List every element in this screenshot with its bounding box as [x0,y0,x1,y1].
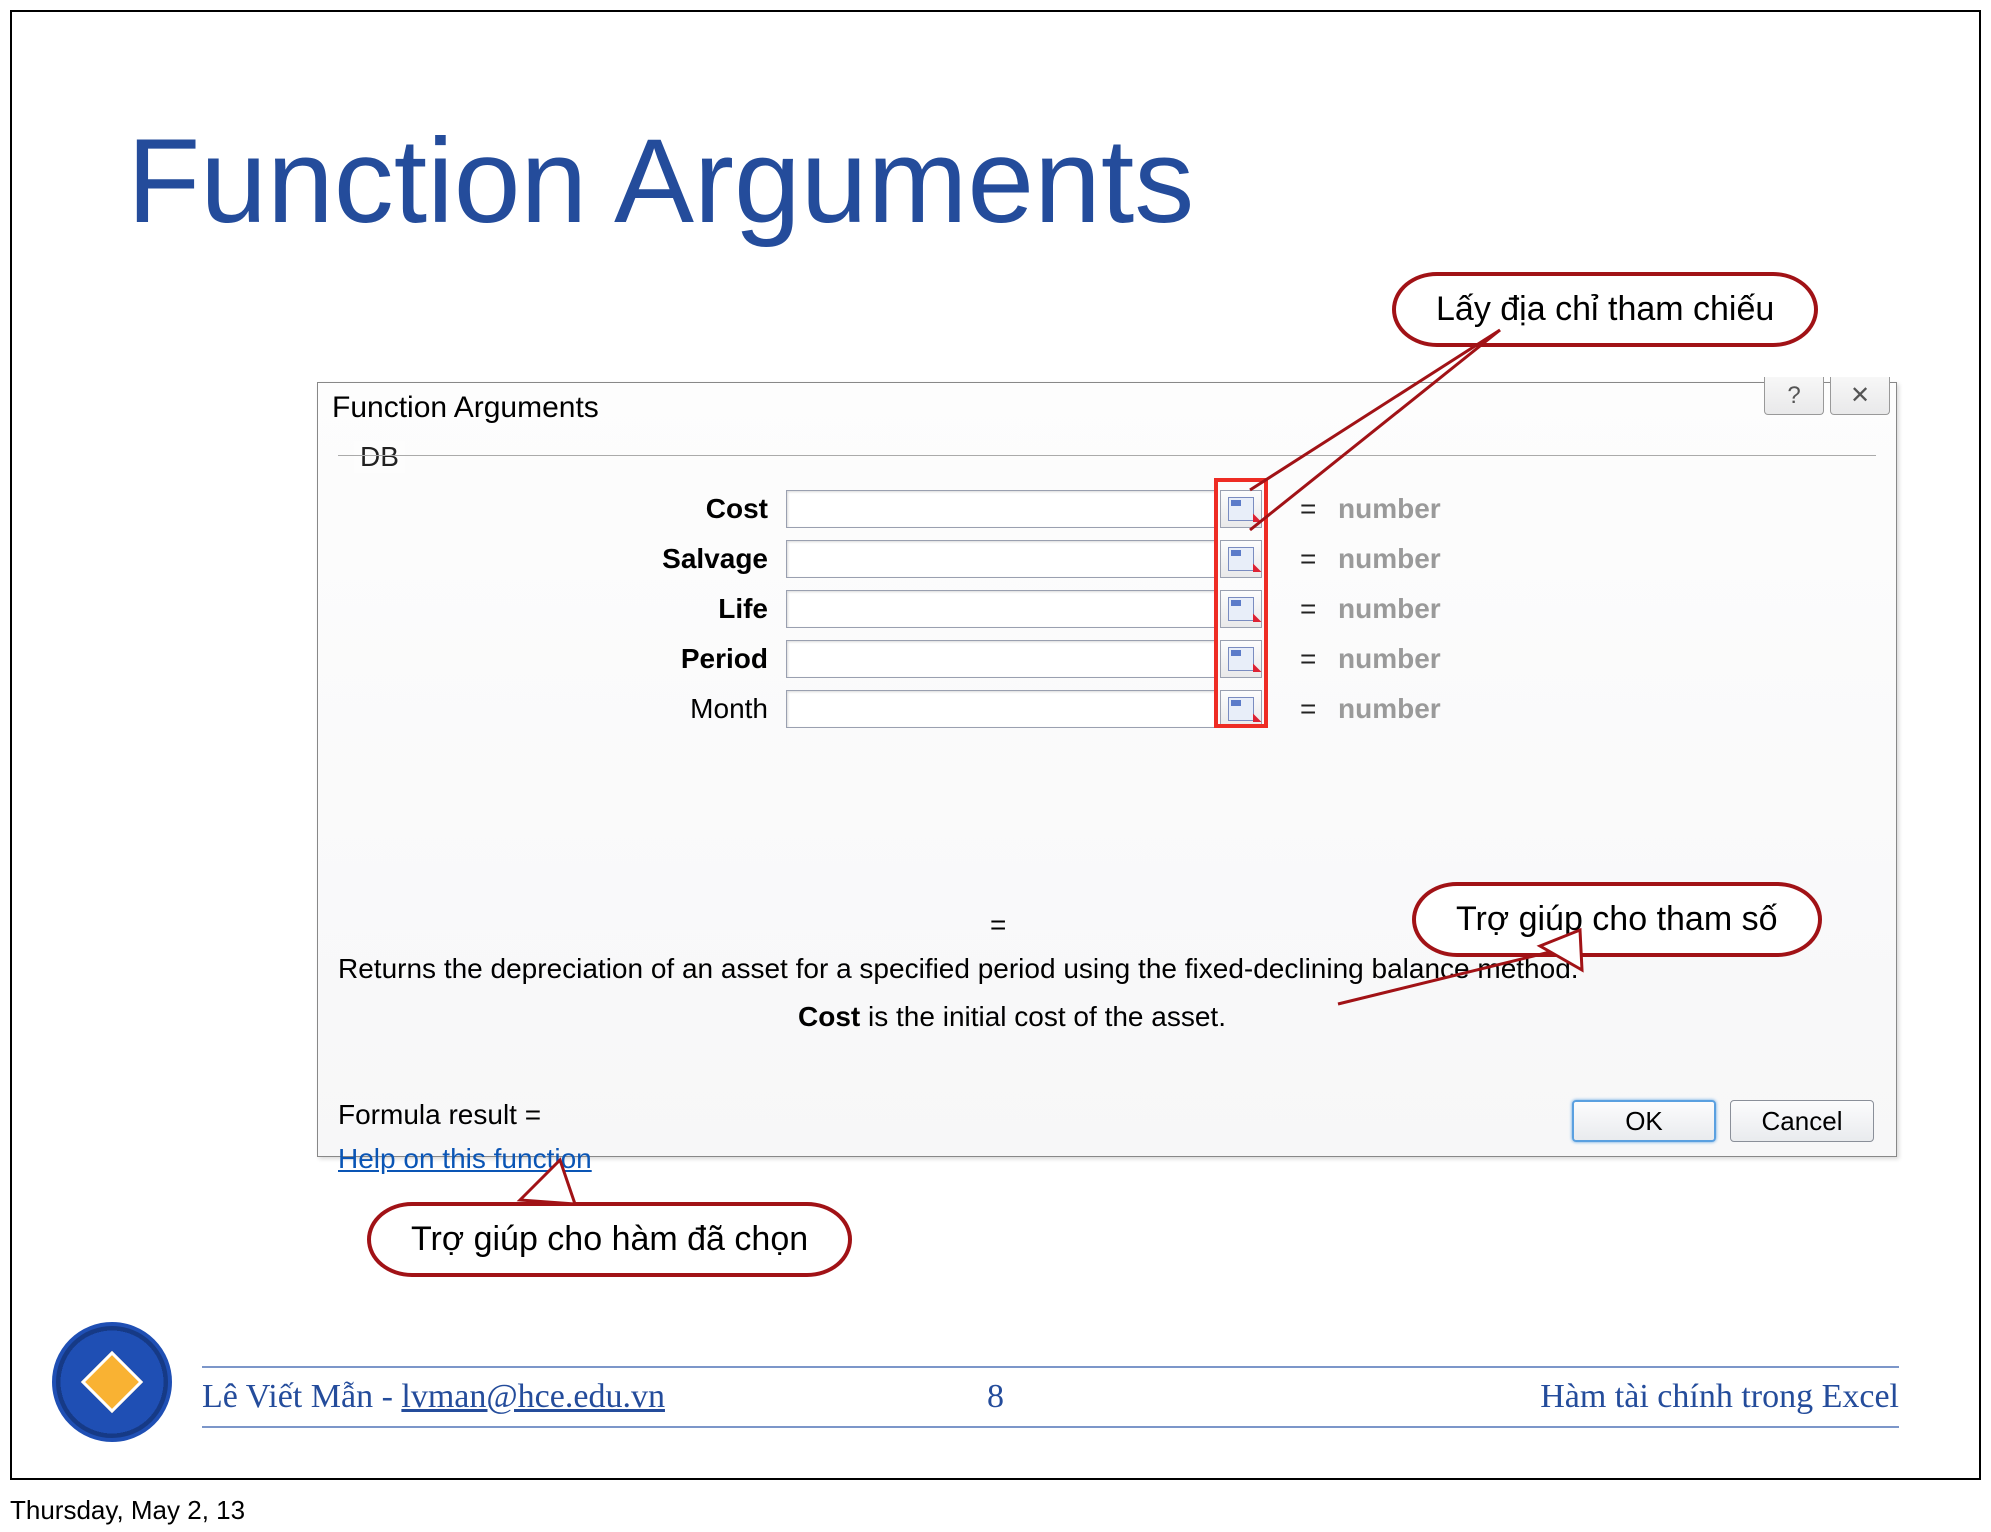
salvage-input[interactable] [786,540,1216,578]
equals-sign: = [1300,593,1316,625]
arg-label: Cost [706,493,768,525]
arg-row-cost: Cost = number [338,484,1876,534]
arg-row-life: Life = number [338,584,1876,634]
argument-help-text: Cost is the initial cost of the asset. [798,1001,1226,1033]
month-input[interactable] [786,690,1216,728]
result-equals: = [990,909,1006,941]
arg-label: Life [718,593,768,625]
slide: Function Arguments Function Arguments ? … [10,10,1981,1480]
arg-type: number [1338,543,1441,575]
footer-rule-top [202,1366,1899,1368]
callout-func-help: Trợ giúp cho hàm đã chọn [367,1202,852,1277]
cancel-label: Cancel [1762,1106,1843,1137]
arg-label: Month [690,693,768,725]
arg-row-period: Period = number [338,634,1876,684]
help-icon: ? [1787,382,1800,410]
footer-author: Lê Viết Mẫn - lvman@hce.edu.vn [202,1378,665,1416]
dialog-title: Function Arguments [332,391,599,425]
equals-sign: = [1300,493,1316,525]
help-on-function-link[interactable]: Help on this function [338,1143,592,1175]
callout-param-help: Trợ giúp cho tham số [1412,882,1822,957]
equals-sign: = [1300,693,1316,725]
author-name: Lê Viết Mẫn - [202,1378,401,1415]
equals-sign: = [1300,543,1316,575]
period-input[interactable] [786,640,1216,678]
date-stamp: Thursday, May 2, 13 [10,1495,245,1526]
cancel-button[interactable]: Cancel [1730,1100,1874,1142]
ok-label: OK [1625,1106,1663,1137]
argument-help-label: Cost [798,1001,860,1032]
arg-type: number [1338,693,1441,725]
arg-row-month: Month = number [338,684,1876,734]
arg-row-salvage: Salvage = number [338,534,1876,584]
ok-button[interactable]: OK [1572,1100,1716,1142]
arg-label: Period [681,643,768,675]
page-number: 8 [987,1378,1004,1416]
arg-type: number [1338,493,1441,525]
annotation-highlight-box [1214,478,1268,728]
cost-input[interactable] [786,490,1216,528]
dialog-button-row: OK Cancel [1572,1100,1874,1142]
arguments-fieldset: Cost = number Salvage = number Life = nu… [338,455,1876,885]
arg-type: number [1338,593,1441,625]
logo [52,1322,172,1442]
argument-help-body: is the initial cost of the asset. [860,1001,1226,1032]
logo-icon [81,1351,143,1413]
callout-reference: Lấy địa chỉ tham chiếu [1392,272,1818,347]
footer-rule-bottom [202,1426,1899,1428]
formula-result-label: Formula result = [338,1099,541,1131]
help-button[interactable]: ? [1764,377,1824,415]
function-description: Returns the depreciation of an asset for… [338,953,1579,985]
equals-sign: = [1300,643,1316,675]
life-input[interactable] [786,590,1216,628]
footer-topic: Hàm tài chính trong Excel [1540,1378,1899,1416]
close-button[interactable]: ✕ [1830,377,1890,415]
author-email: lvman@hce.edu.vn [401,1378,665,1415]
close-icon: ✕ [1850,381,1870,410]
function-arguments-dialog: Function Arguments ? ✕ DB Cost = number … [317,382,1897,1157]
slide-title: Function Arguments [127,112,1194,250]
titlebar-buttons: ? ✕ [1764,377,1890,415]
arg-type: number [1338,643,1441,675]
arg-label: Salvage [662,543,768,575]
